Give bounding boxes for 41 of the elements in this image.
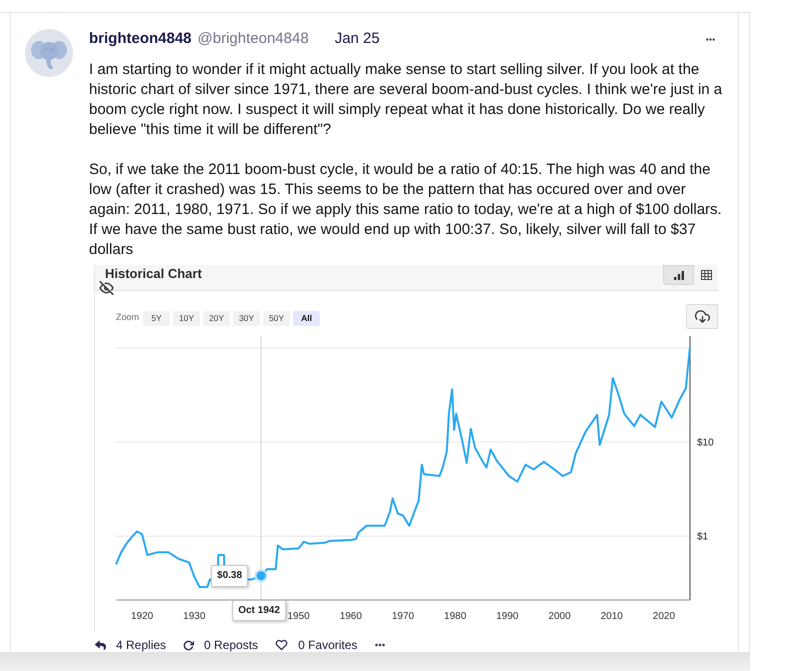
zoom-range-button[interactable]: All	[293, 310, 320, 326]
x-axis-label: 1950	[288, 611, 310, 622]
post-paragraph: I am starting to wonder if it might actually make sense to start selling silver. If you look at the historic chart of silver since 1971, there are several boom-and-bust cycles. I think we're just in a boom cycle right now. I suspect it will simply repeat what it has done historically. Do we really believe "this time it will be different"?	[89, 60, 724, 140]
cloud-download-icon	[694, 309, 710, 324]
value-tooltip: $0.38	[211, 564, 248, 587]
favorites-button[interactable]: 0 Favorites	[275, 638, 358, 652]
zoom-range-button[interactable]: 50Y	[263, 310, 290, 326]
x-axis-label: 1970	[392, 611, 414, 622]
x-axis-label: 1960	[340, 611, 362, 622]
x-axis-label: 1990	[496, 611, 518, 622]
zoom-range-button[interactable]: 20Y	[203, 310, 230, 326]
table-icon	[700, 270, 712, 280]
reposts-button[interactable]: 0 Reposts	[183, 638, 258, 652]
x-axis-label: 1920	[130, 611, 154, 622]
x-axis-label: 2000	[548, 611, 571, 622]
reply-icon	[95, 640, 106, 650]
replies-button[interactable]: 4 Replies	[95, 638, 166, 652]
x-axis-label: 1980	[444, 611, 466, 622]
elephant-icon	[25, 29, 73, 77]
zoom-label: Zoom	[116, 311, 140, 324]
zoom-range-button[interactable]: 10Y	[173, 310, 200, 326]
post-paragraph: So, if we take the 2011 boom-bust cycle, it would be a ratio of 40:15. The high was 40 and the low (after it crashed) was 15. This seems to be the pattern that has occured over and over again: 2011, 1980, 1971. So if we apply this same ratio to today, we're at a high of $100 dollars. If we have the same bust ratio, we would end up with 100:37. So, likely, silver will fall to $37 dollars	[89, 160, 723, 260]
eye-off-icon[interactable]	[98, 281, 115, 295]
chart-title: Historical Chart	[105, 265, 202, 282]
zoom-range-button[interactable]: 30Y	[233, 310, 260, 326]
post-date: Jan 25	[334, 28, 380, 49]
date-tooltip: Oct 1942	[232, 600, 286, 621]
author-handle: @brighteon4848	[198, 28, 309, 49]
bar-chart-icon	[674, 270, 684, 280]
y-axis-label: $1	[697, 532, 708, 543]
x-axis-label: 2010	[600, 611, 623, 622]
repost-icon	[183, 640, 194, 650]
download-button[interactable]	[686, 304, 718, 329]
x-axis-label: 2020	[652, 611, 676, 622]
zoom-range-button[interactable]: 5Y	[143, 310, 170, 326]
x-axis-label: 1930	[183, 611, 206, 622]
chart-view-button[interactable]	[663, 265, 694, 285]
heart-icon	[275, 639, 288, 651]
author-name[interactable]: brighteon4848	[89, 28, 192, 50]
y-axis-label: $10	[697, 438, 714, 449]
data-point-marker	[254, 569, 268, 582]
